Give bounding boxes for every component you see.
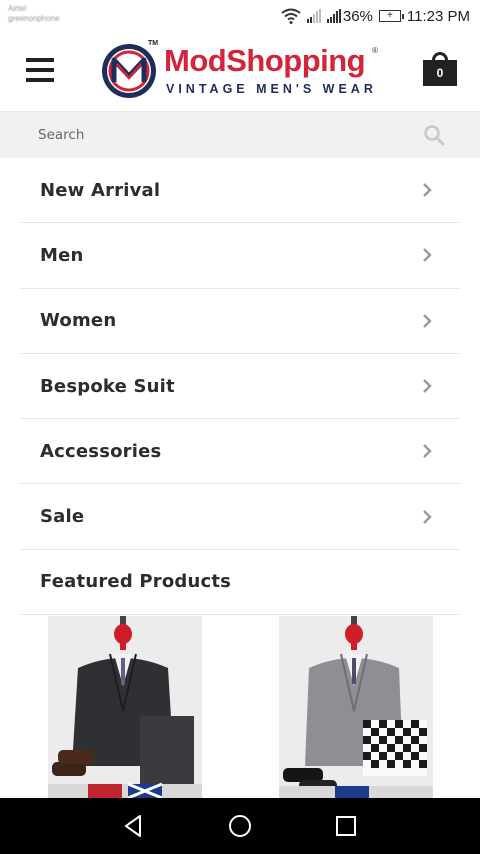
logo-emblem-icon: [102, 44, 156, 98]
carrier-name: Airtel: [8, 4, 27, 13]
logo-word-mod: Mod: [164, 43, 227, 78]
chevron-right-icon: [423, 509, 432, 524]
cart-button[interactable]: 0: [423, 52, 457, 86]
logo-wordmark: ModShopping: [164, 43, 366, 78]
menu-item-bespoke-suit[interactable]: Bespoke Suit: [20, 354, 460, 420]
signal-icon-sim2: [326, 9, 341, 23]
clock: 11:23 PM: [406, 7, 470, 25]
menu-item-label: Accessories: [40, 440, 162, 462]
menu-item-men[interactable]: Men: [20, 223, 460, 289]
product-image: [48, 616, 202, 798]
back-icon[interactable]: [120, 812, 148, 840]
search-bar: [0, 112, 480, 158]
menu-item-label: Men: [40, 244, 84, 266]
menu-item-label: Bespoke Suit: [40, 375, 175, 397]
product-card-grey-dogtooth-suit[interactable]: [279, 616, 433, 798]
battery-percent: 36%: [342, 7, 373, 25]
chevron-right-icon: [423, 444, 432, 459]
product-image: [279, 616, 433, 798]
menu-item-label: New Arrival: [40, 179, 161, 201]
chevron-right-icon: [423, 313, 432, 328]
carrier-sub: greenonphone: [8, 14, 60, 23]
featured-products-heading: Featured Products: [40, 571, 232, 593]
menu-item-women[interactable]: Women: [20, 289, 460, 354]
menu-item-accessories[interactable]: Accessories: [20, 419, 460, 485]
signal-icon-sim1: [306, 9, 321, 23]
menu-item-new-arrival[interactable]: New Arrival: [20, 158, 460, 224]
product-card-charcoal-suit[interactable]: [48, 616, 202, 798]
wifi-icon: [281, 8, 301, 24]
recent-apps-icon[interactable]: [332, 812, 360, 840]
status-bar: Airtel greenonphone 36% + 11:23 PM: [0, 0, 480, 34]
category-menu: New Arrival Men Women Bespoke Suit Acces…: [20, 158, 460, 616]
site-header: TM ModShopping ® VINTAGE MEN'S WEAR 0: [0, 34, 480, 112]
home-icon[interactable]: [226, 812, 254, 840]
logo-word-shopping: Shopping: [226, 43, 366, 78]
search-input[interactable]: [24, 112, 414, 158]
featured-products-section: Featured Products: [20, 550, 460, 616]
search-icon[interactable]: [422, 123, 446, 147]
featured-products-grid: [0, 616, 480, 798]
battery-icon: +: [378, 10, 404, 22]
registered-mark: ®: [372, 46, 378, 55]
chevron-right-icon: [423, 183, 432, 197]
menu-item-label: Sale: [40, 506, 85, 528]
carrier-info: Airtel greenonphone: [8, 4, 60, 24]
menu-item-label: Women: [40, 310, 117, 332]
menu-item-sale[interactable]: Sale: [20, 484, 460, 550]
trademark-mark: TM: [148, 40, 159, 47]
status-icons: 36% + 11:23 PM: [281, 6, 470, 26]
logo-tagline: VINTAGE MEN'S WEAR: [166, 82, 377, 96]
chevron-right-icon: [423, 248, 432, 263]
chevron-right-icon: [423, 379, 432, 393]
hamburger-menu-icon[interactable]: [26, 58, 54, 82]
modshopping-logo[interactable]: TM ModShopping ® VINTAGE MEN'S WEAR: [100, 40, 385, 102]
cart-count-badge: 0: [423, 60, 457, 86]
system-navigation-bar: [0, 798, 480, 854]
